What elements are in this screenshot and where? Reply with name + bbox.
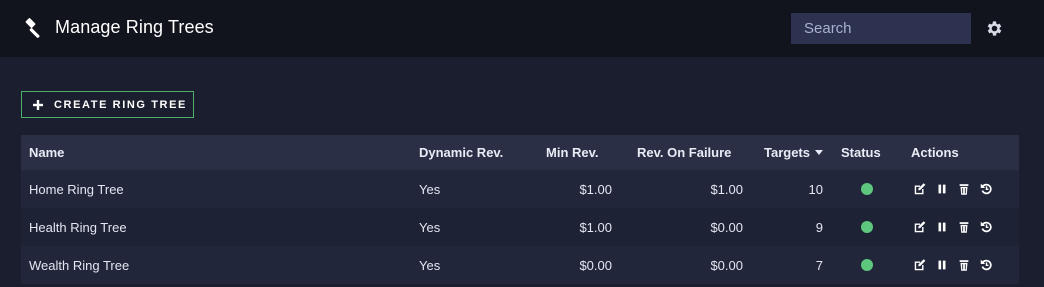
column-header-min-rev[interactable]: Min Rev.	[546, 135, 599, 170]
row-targets: 10	[808, 181, 823, 197]
column-header-targets-label: Targets	[764, 145, 810, 160]
gear-icon[interactable]	[985, 19, 1004, 38]
edit-icon[interactable]	[913, 182, 927, 196]
row-targets: 9	[815, 219, 823, 235]
row-rev-on-failure: $0.00	[710, 219, 743, 235]
row-actions	[911, 170, 993, 208]
row-dynamic-rev: Yes	[419, 257, 441, 273]
create-button-label: CREATE RING TREE	[54, 98, 187, 111]
status-active-dot	[861, 259, 873, 271]
row-name: Health Ring Tree	[29, 219, 127, 235]
status-active-dot	[861, 221, 873, 233]
row-dynamic-rev: Yes	[419, 219, 441, 235]
row-name: Home Ring Tree	[29, 181, 124, 197]
sort-descending-icon	[815, 150, 823, 155]
column-header-rev-on-failure[interactable]: Rev. On Failure	[637, 135, 731, 170]
delete-icon[interactable]	[957, 258, 971, 272]
row-min-rev: $1.00	[579, 181, 612, 197]
column-header-dynamic-rev[interactable]: Dynamic Rev.	[419, 135, 503, 170]
page-title: Manage Ring Trees	[55, 17, 214, 37]
row-targets: 7	[815, 257, 823, 273]
delete-icon[interactable]	[957, 220, 971, 234]
ring-trees-table: Name Dynamic Rev. Min Rev. Rev. On Failu…	[21, 135, 1019, 284]
column-header-status[interactable]: Status	[841, 135, 881, 170]
row-status	[841, 208, 873, 246]
table-row: Health Ring Tree Yes $1.00 $0.00 9	[21, 208, 1019, 246]
pause-icon[interactable]	[935, 258, 949, 272]
row-min-rev: $0.00	[579, 257, 612, 273]
plus-icon	[33, 99, 43, 110]
top-navbar: Manage Ring Trees	[0, 0, 1044, 57]
column-header-targets[interactable]: Targets	[764, 135, 823, 170]
create-ring-tree-button[interactable]: CREATE RING TREE	[21, 91, 194, 118]
pause-icon[interactable]	[935, 182, 949, 196]
row-status	[841, 170, 873, 208]
row-rev-on-failure: $0.00	[710, 257, 743, 273]
history-icon[interactable]	[979, 182, 993, 196]
delete-icon[interactable]	[957, 182, 971, 196]
status-active-dot	[861, 183, 873, 195]
edit-icon[interactable]	[913, 220, 927, 234]
row-name: Wealth Ring Tree	[29, 257, 130, 273]
row-status	[841, 246, 873, 284]
search-input[interactable]	[791, 13, 971, 44]
column-header-name[interactable]: Name	[29, 135, 64, 170]
column-header-actions: Actions	[911, 145, 959, 160]
row-rev-on-failure: $1.00	[710, 181, 743, 197]
pause-icon[interactable]	[935, 220, 949, 234]
row-min-rev: $1.00	[579, 219, 612, 235]
table-row: Wealth Ring Tree Yes $0.00 $0.00 7	[21, 246, 1019, 284]
table-header-row: Name Dynamic Rev. Min Rev. Rev. On Failu…	[21, 135, 1019, 170]
table-row: Home Ring Tree Yes $1.00 $1.00 10	[21, 170, 1019, 208]
gavel-icon	[25, 18, 40, 38]
row-actions	[911, 208, 993, 246]
row-dynamic-rev: Yes	[419, 181, 441, 197]
history-icon[interactable]	[979, 220, 993, 234]
history-icon[interactable]	[979, 258, 993, 272]
row-actions	[911, 246, 993, 284]
edit-icon[interactable]	[913, 258, 927, 272]
